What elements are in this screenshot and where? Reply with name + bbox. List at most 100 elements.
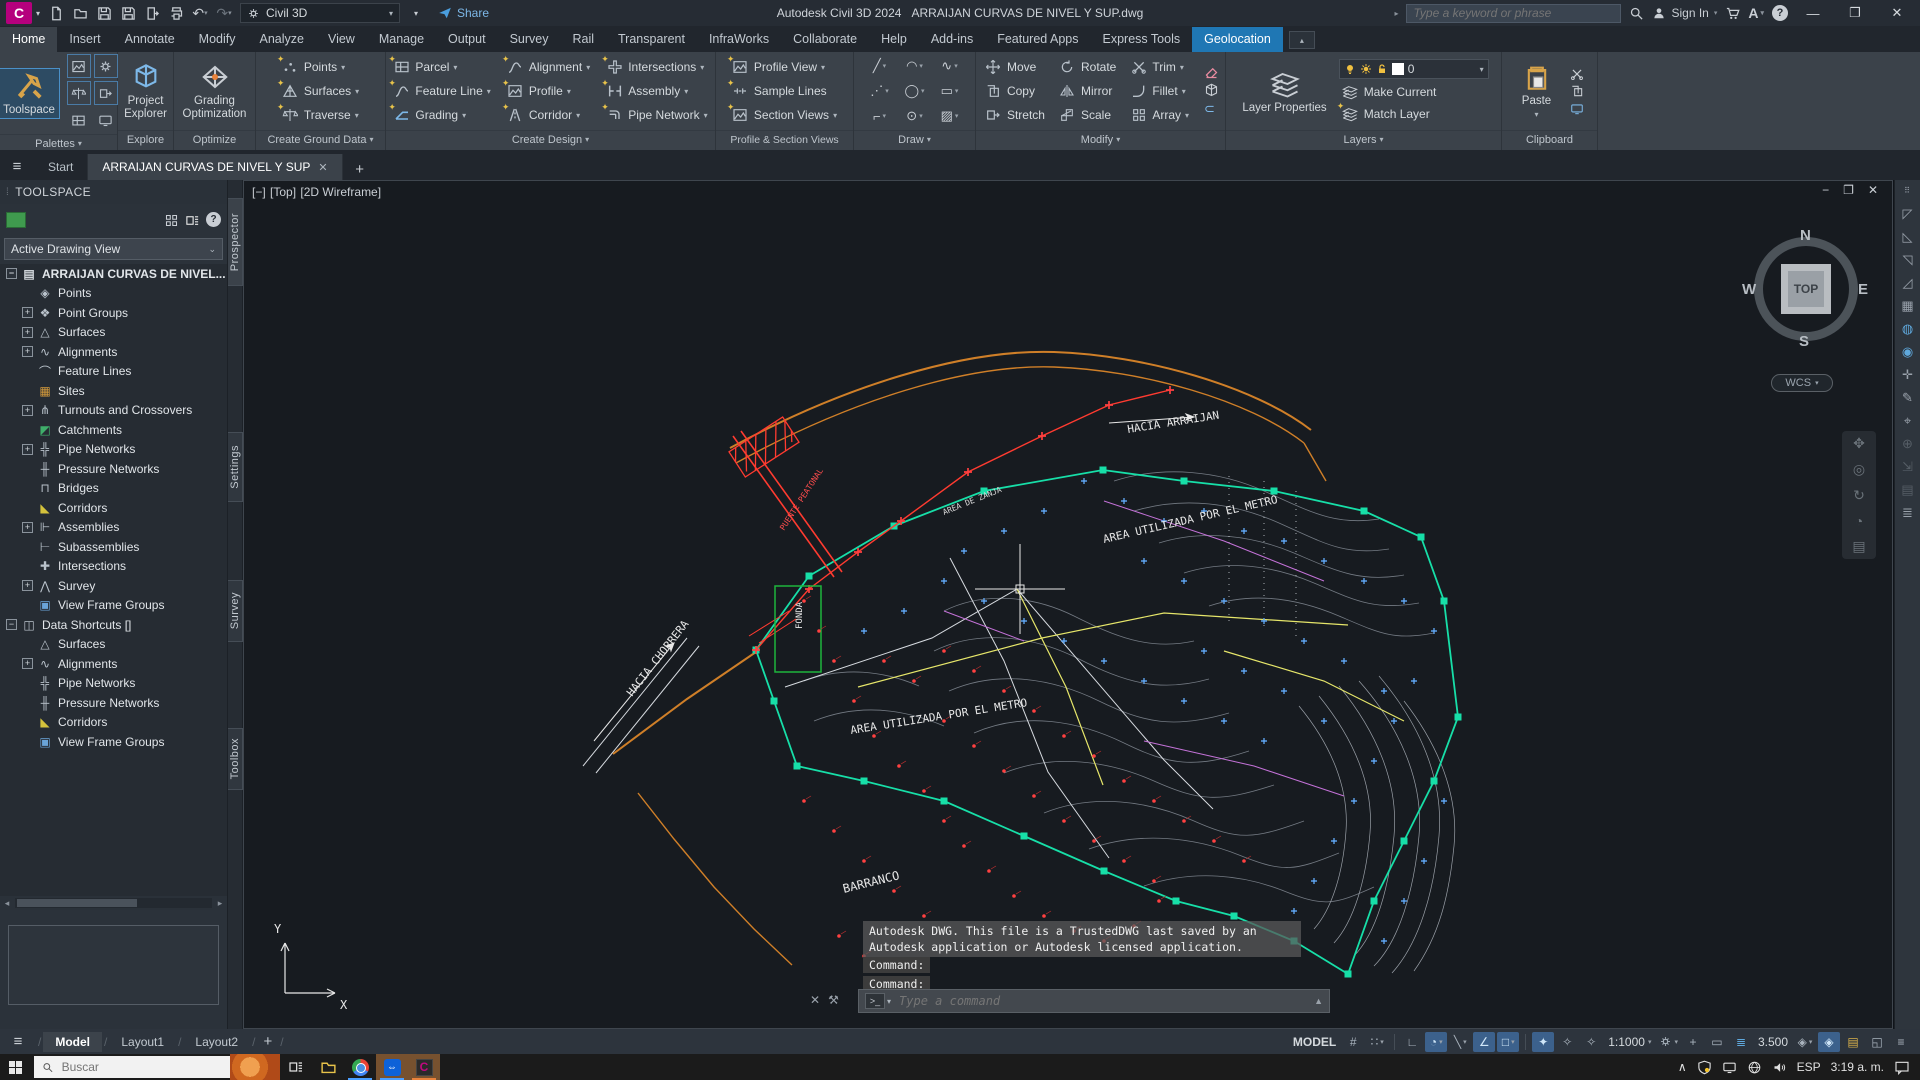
polyline-tool-icon[interactable]: ⌐▾	[863, 104, 897, 128]
tree-item-arraijan-curvas-de-nivel[interactable]: −▤ARRAIJAN CURVAS DE NIVEL...	[0, 264, 227, 284]
make-current-button[interactable]: Make Current	[1339, 83, 1489, 101]
grading-button[interactable]: ✦Grading▾	[390, 104, 493, 126]
item-view-toggle-icon[interactable]	[164, 212, 179, 227]
search-expand-icon[interactable]: ▸	[1394, 9, 1398, 18]
surfaces-button[interactable]: ✦Surfaces▾	[279, 80, 362, 102]
model-tab[interactable]: Model	[43, 1032, 102, 1052]
point-select-icon[interactable]: ⌖	[1904, 414, 1911, 427]
search-icon[interactable]	[1629, 6, 1644, 21]
polar-tracking-icon[interactable]: ◔▾	[1425, 1032, 1447, 1052]
viewport-minus-control[interactable]: [−]	[252, 185, 266, 199]
sign-in-button[interactable]: Sign In ▾	[1652, 6, 1717, 20]
view-cube-north[interactable]: N	[1800, 227, 1811, 244]
active-drawing-icon[interactable]	[6, 212, 26, 228]
tab-prospector[interactable]: Prospector	[228, 198, 243, 286]
app-store-cart-icon[interactable]	[1725, 6, 1740, 21]
file-explorer-button[interactable]	[312, 1054, 344, 1080]
autodesk-account-icon[interactable]: A▾	[1748, 5, 1764, 21]
save-as-icon[interactable]	[116, 2, 140, 24]
panel-label-profile-section-views[interactable]: Profile & Section Views	[716, 130, 853, 150]
annotation-sync-icon[interactable]: ✧	[1580, 1032, 1602, 1052]
qat-customize-icon[interactable]: ▾	[404, 2, 428, 24]
ribbon-tab-survey[interactable]: Survey	[498, 27, 561, 52]
assembly-button[interactable]: ✦Assembly▾	[603, 80, 710, 102]
navigation-bar[interactable]: ✥ ◎ ↻ ◔ ▤	[1842, 431, 1876, 559]
tree-item-corridors[interactable]: ◣Corridors	[0, 498, 227, 518]
profile-button[interactable]: ✦Profile▾	[504, 80, 593, 102]
viewport-minimize-icon[interactable]: −	[1822, 183, 1829, 197]
copy-clip-icon[interactable]	[1570, 84, 1584, 99]
viewport-visual-style-control[interactable]: [2D Wireframe]	[300, 185, 381, 199]
tree-item-sites[interactable]: ▦Sites	[0, 381, 227, 401]
tab-toolbox[interactable]: Toolbox	[228, 728, 243, 790]
panel-label-clipboard[interactable]: Clipboard	[1502, 130, 1597, 150]
copy-button[interactable]: Copy	[982, 80, 1048, 102]
move-button[interactable]: Move	[982, 56, 1048, 78]
new-file-icon[interactable]	[44, 2, 68, 24]
erase-tool-icon[interactable]	[1204, 65, 1219, 80]
elevation-value[interactable]: 3.500	[1754, 1035, 1792, 1049]
ribbon-tab-home[interactable]: Home	[0, 27, 57, 52]
model-space-toggle[interactable]: MODEL	[1289, 1035, 1340, 1049]
viewport-close-icon[interactable]: ✕	[1868, 183, 1878, 197]
undo-icon[interactable]: ↶▾	[188, 2, 212, 24]
markup-tool-icon[interactable]: ▤	[1901, 483, 1913, 496]
expand-icon[interactable]: +	[22, 327, 33, 338]
expand-icon[interactable]: +	[22, 346, 33, 357]
overkill-tool-icon[interactable]: ⊂	[1204, 101, 1219, 117]
ribbon-tab-analyze[interactable]: Analyze	[247, 27, 315, 52]
application-menu-button[interactable]: C	[6, 2, 32, 24]
view-cube[interactable]: N S W E TOP	[1746, 229, 1866, 349]
tree-item-catchments[interactable]: ◩Catchments	[0, 420, 227, 440]
panel-label-modify[interactable]: Modify	[976, 130, 1225, 150]
print-icon[interactable]	[164, 2, 188, 24]
viewport-view-control[interactable]: [Top]	[270, 185, 296, 199]
line-tool-icon[interactable]: ╱▾	[863, 54, 897, 78]
rectangle-tool-icon[interactable]: ▭▾	[933, 79, 967, 103]
command-line[interactable]: >_ ▾ ▲	[858, 989, 1330, 1013]
expand-icon[interactable]: +	[22, 444, 33, 455]
toolspace-help-icon[interactable]: ?	[206, 212, 221, 227]
revision-cloud-tool-icon[interactable]: ∿▾	[933, 54, 967, 78]
tree-item-subassemblies[interactable]: ⊢Subassemblies	[0, 537, 227, 557]
customization-menu-icon[interactable]: ≡	[1890, 1032, 1912, 1052]
online-map-icon[interactable]: ◉	[1902, 345, 1913, 358]
ribbon-tab-manage[interactable]: Manage	[367, 27, 436, 52]
ribbon-tab-featured-apps[interactable]: Featured Apps	[985, 27, 1090, 52]
parcel-button[interactable]: ✦Parcel▾	[390, 56, 493, 78]
layout-viewports-icon[interactable]: ▦	[1901, 299, 1913, 312]
redo-icon[interactable]: ↷▾	[212, 2, 236, 24]
alignment-button[interactable]: ✦Alignment▾	[504, 56, 593, 78]
ribbon-tab-infraworks[interactable]: InfraWorks	[697, 27, 781, 52]
expand-icon[interactable]: +	[22, 522, 33, 533]
construction-line-tool-icon[interactable]: ⋰▾	[863, 79, 897, 103]
layer-walk-icon[interactable]: ◸	[1903, 207, 1913, 220]
profile-view-button[interactable]: ✦Profile View▾	[729, 56, 840, 78]
volume-icon[interactable]	[1772, 1060, 1787, 1075]
panel-label-layers[interactable]: Layers	[1226, 130, 1501, 150]
ribbon-tab-express-tools[interactable]: Express Tools	[1091, 27, 1193, 52]
toolbox-palette-icon[interactable]	[94, 81, 118, 105]
command-input[interactable]	[899, 994, 1314, 1008]
scroll-right-icon[interactable]: ▸	[213, 898, 227, 909]
clock[interactable]: 3:19 a. m.	[1831, 1060, 1884, 1074]
survey-palette-icon[interactable]	[67, 81, 91, 105]
project-explorer-button[interactable]: Project Explorer	[120, 60, 171, 122]
tree-item-corridors[interactable]: ◣Corridors	[0, 713, 227, 733]
layer-off-icon[interactable]: ◿	[1903, 276, 1913, 289]
task-view-button[interactable]	[280, 1054, 312, 1080]
close-tab-icon[interactable]: ✕	[318, 161, 327, 174]
close-window-button[interactable]: ✕	[1880, 2, 1914, 24]
taskbar-search-input[interactable]	[62, 1060, 222, 1074]
show-motion-icon[interactable]: ▤	[1852, 538, 1865, 555]
language-indicator[interactable]: ESP	[1797, 1060, 1821, 1074]
tree-item-intersections[interactable]: ✚Intersections	[0, 557, 227, 577]
section-views-button[interactable]: ✦Section Views▾	[729, 104, 840, 126]
ribbon-tab-transparent[interactable]: Transparent	[606, 27, 697, 52]
scrollbar-thumb[interactable]	[17, 899, 137, 907]
tree-item-alignments[interactable]: +∿Alignments	[0, 654, 227, 674]
pan-icon[interactable]: ✥	[1853, 435, 1865, 452]
ribbon-tab-add-ins[interactable]: Add-ins	[919, 27, 985, 52]
action-center-icon[interactable]	[1894, 1059, 1910, 1075]
app-menu-caret-icon[interactable]: ▾	[32, 2, 44, 24]
